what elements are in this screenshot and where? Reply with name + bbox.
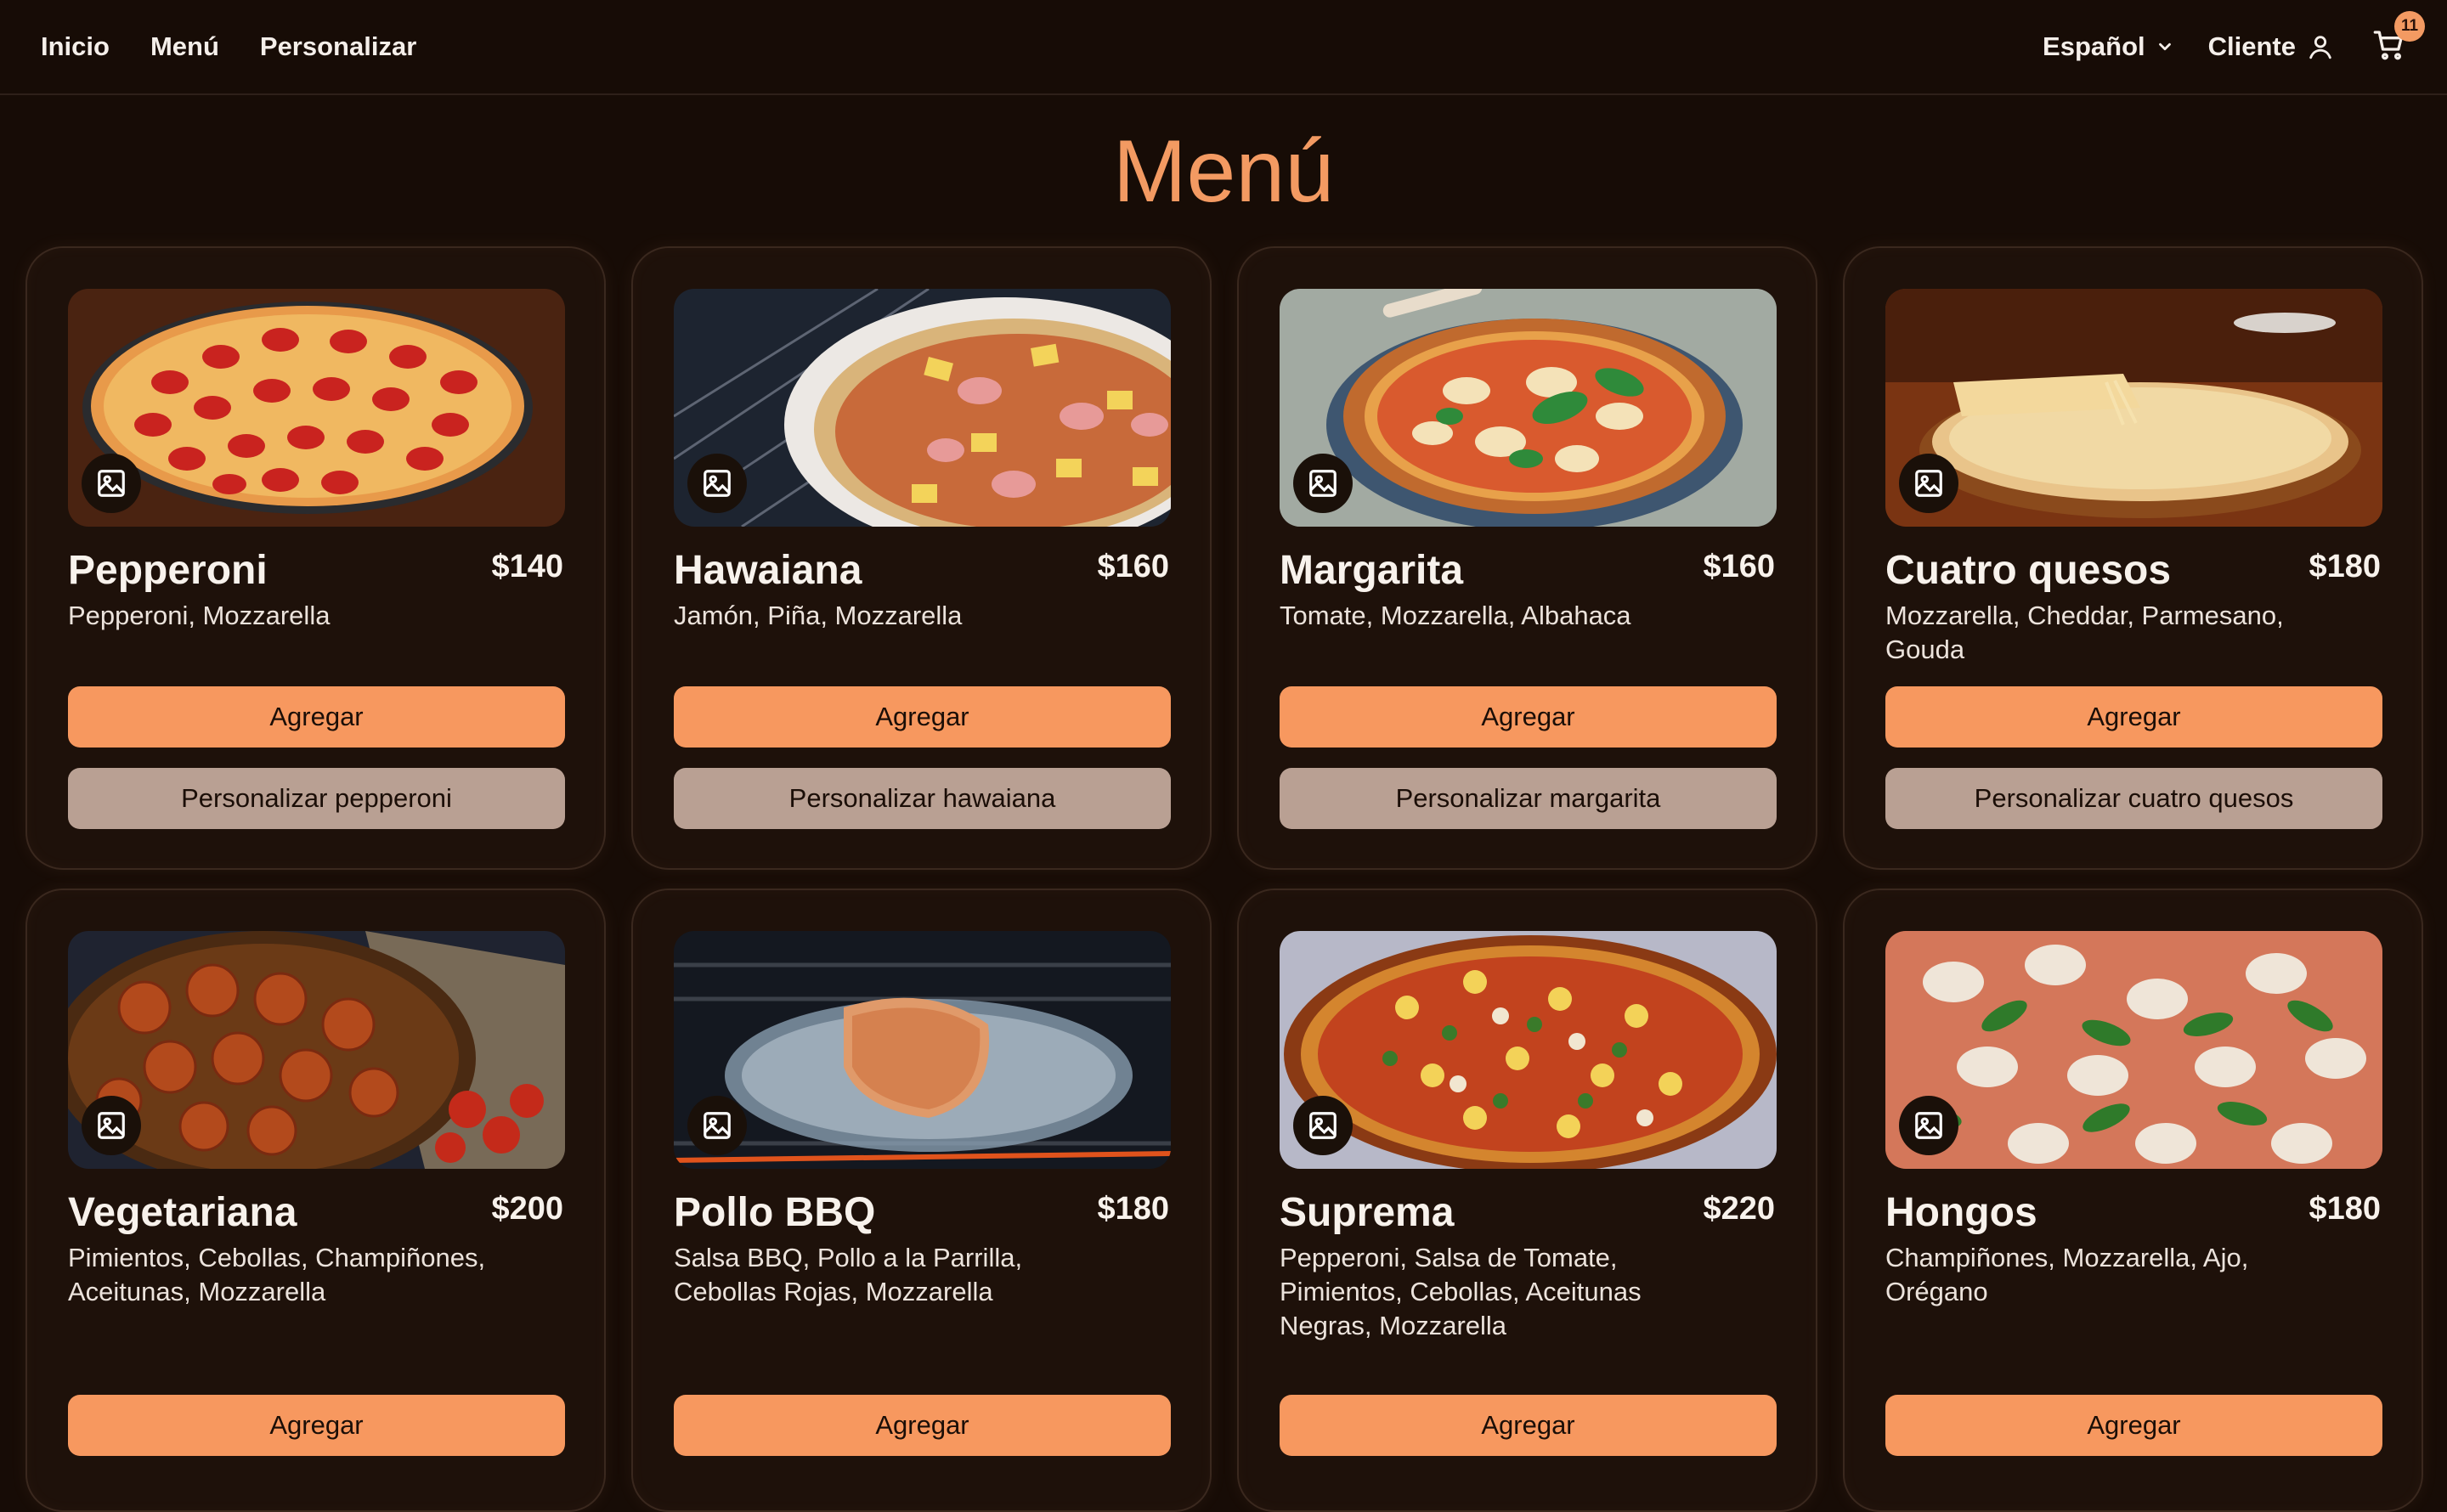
pizza-image — [1885, 289, 2382, 527]
pizza-card-margarita: Margarita $160 Tomate, Mozzarella, Albah… — [1237, 246, 1817, 870]
user-icon — [2309, 36, 2331, 59]
add-button[interactable]: Agregar — [1280, 686, 1777, 748]
add-button[interactable]: Agregar — [674, 1395, 1171, 1456]
pizza-price: $140 — [491, 549, 563, 584]
page-title: Menú — [1112, 122, 1335, 221]
pizza-name: Hawaiana — [674, 548, 862, 593]
image-icon[interactable] — [1293, 454, 1353, 513]
customize-button[interactable]: Personalizar cuatro quesos — [1885, 768, 2382, 829]
pizza-price: $180 — [2309, 1191, 2381, 1227]
nav-links: Inicio Menú Personalizar — [41, 31, 457, 62]
pizza-ingredients: Pepperoni, Salsa de Tomate, Pimientos, C… — [1280, 1242, 1642, 1340]
image-icon[interactable] — [82, 454, 141, 513]
pizza-price: $180 — [2309, 549, 2381, 584]
card-header: Vegetariana $200 — [68, 1190, 563, 1236]
customize-button[interactable]: Personalizar pepperoni — [68, 768, 565, 829]
nav-link-inicio[interactable]: Inicio — [41, 31, 110, 62]
pizza-ingredients: Champiñones, Mozzarella, Ajo, Orégano — [1885, 1242, 2249, 1306]
pizza-image — [68, 289, 565, 527]
pizza-ingredients: Salsa BBQ, Pollo a la Parrilla, Cebollas… — [674, 1242, 1023, 1306]
card-header: Margarita $160 — [1280, 548, 1775, 594]
pizza-name: Suprema — [1280, 1190, 1455, 1235]
pizza-card-pollo-bbq: Pollo BBQ $180 Salsa BBQ, Pollo a la Par… — [631, 889, 1212, 1512]
pizza-card-pepperoni: Pepperoni $140 Pepperoni, Mozzarella Agr… — [25, 246, 606, 870]
card-header: Hawaiana $160 — [674, 548, 1169, 594]
add-button[interactable]: Agregar — [68, 1395, 565, 1456]
card-header: Cuatro quesos $180 — [1885, 548, 2381, 594]
add-button[interactable]: Agregar — [1885, 686, 2382, 748]
nav-link-personalizar[interactable]: Personalizar — [260, 31, 416, 62]
card-header: Suprema $220 — [1280, 1190, 1775, 1236]
pizza-price: $180 — [1097, 1191, 1169, 1227]
pizza-card-vegetariana: Vegetariana $200 Pimientos, Cebollas, Ch… — [25, 889, 606, 1512]
card-header: Hongos $180 — [1885, 1190, 2381, 1236]
pizza-name: Hongos — [1885, 1190, 2037, 1235]
pizza-name: Cuatro quesos — [1885, 548, 2172, 593]
image-icon[interactable] — [1899, 1096, 1958, 1155]
pizza-image — [1885, 931, 2382, 1169]
pizza-price: $220 — [1703, 1191, 1775, 1227]
add-button[interactable]: Agregar — [1280, 1395, 1777, 1456]
account-label: Cliente — [2207, 31, 2296, 61]
pizza-ingredients: Pepperoni, Mozzarella — [68, 600, 331, 630]
account-button[interactable]: Cliente — [2208, 31, 2335, 62]
nav-actions: Español Cliente 11 — [2009, 10, 2425, 66]
pizza-ingredients: Pimientos, Cebollas, Champiñones, Aceitu… — [68, 1242, 486, 1306]
cart-button[interactable]: 11 — [2372, 10, 2425, 66]
image-icon[interactable] — [687, 454, 747, 513]
pizza-name: Vegetariana — [68, 1190, 297, 1235]
pizza-name: Pepperoni — [68, 548, 268, 593]
customize-button[interactable]: Personalizar hawaiana — [674, 768, 1171, 829]
image-icon[interactable] — [1899, 454, 1958, 513]
pizza-name: Margarita — [1280, 548, 1464, 593]
pizza-image — [1280, 931, 1777, 1169]
pizza-image — [68, 931, 565, 1169]
pizza-grid: Pepperoni $140 Pepperoni, Mozzarella Agr… — [25, 246, 2423, 1512]
card-header: Pollo BBQ $180 — [674, 1190, 1169, 1236]
pizza-ingredients: Tomate, Mozzarella, Albahaca — [1280, 600, 1631, 630]
pizza-image — [674, 931, 1171, 1169]
pizza-price: $200 — [491, 1191, 563, 1227]
image-icon[interactable] — [687, 1096, 747, 1155]
cart-count-badge: 11 — [2394, 10, 2425, 42]
image-icon[interactable] — [1293, 1096, 1353, 1155]
pizza-card-hongos: Hongos $180 Champiñones, Mozzarella, Ajo… — [1843, 889, 2423, 1512]
pizza-price: $160 — [1097, 549, 1169, 584]
top-navbar: Inicio Menú Personalizar Español Cliente… — [0, 0, 2447, 95]
pizza-ingredients: Mozzarella, Cheddar, Parmesano, Gouda — [1885, 600, 2284, 664]
nav-link-menu[interactable]: Menú — [150, 31, 219, 62]
pizza-ingredients: Jamón, Piña, Mozzarella — [674, 600, 963, 630]
add-button[interactable]: Agregar — [1885, 1395, 2382, 1456]
pizza-card-suprema: Suprema $220 Pepperoni, Salsa de Tomate,… — [1237, 889, 1817, 1512]
pizza-card-cuatro-quesos: Cuatro quesos $180 Mozzarella, Cheddar, … — [1843, 246, 2423, 870]
pizza-price: $160 — [1703, 549, 1775, 584]
language-selector[interactable]: Español — [2043, 31, 2174, 62]
add-button[interactable]: Agregar — [68, 686, 565, 748]
add-button[interactable]: Agregar — [674, 686, 1171, 748]
chevron-down-icon — [2158, 42, 2171, 51]
pizza-card-hawaiana: Hawaiana $160 Jamón, Piña, Mozzarella Ag… — [631, 246, 1212, 870]
pizza-image — [674, 289, 1171, 527]
image-icon[interactable] — [82, 1096, 141, 1155]
pizza-image — [1280, 289, 1777, 527]
customize-button[interactable]: Personalizar margarita — [1280, 768, 1777, 829]
pizza-name: Pollo BBQ — [674, 1190, 876, 1235]
card-header: Pepperoni $140 — [68, 548, 563, 594]
language-label: Español — [2043, 31, 2145, 61]
